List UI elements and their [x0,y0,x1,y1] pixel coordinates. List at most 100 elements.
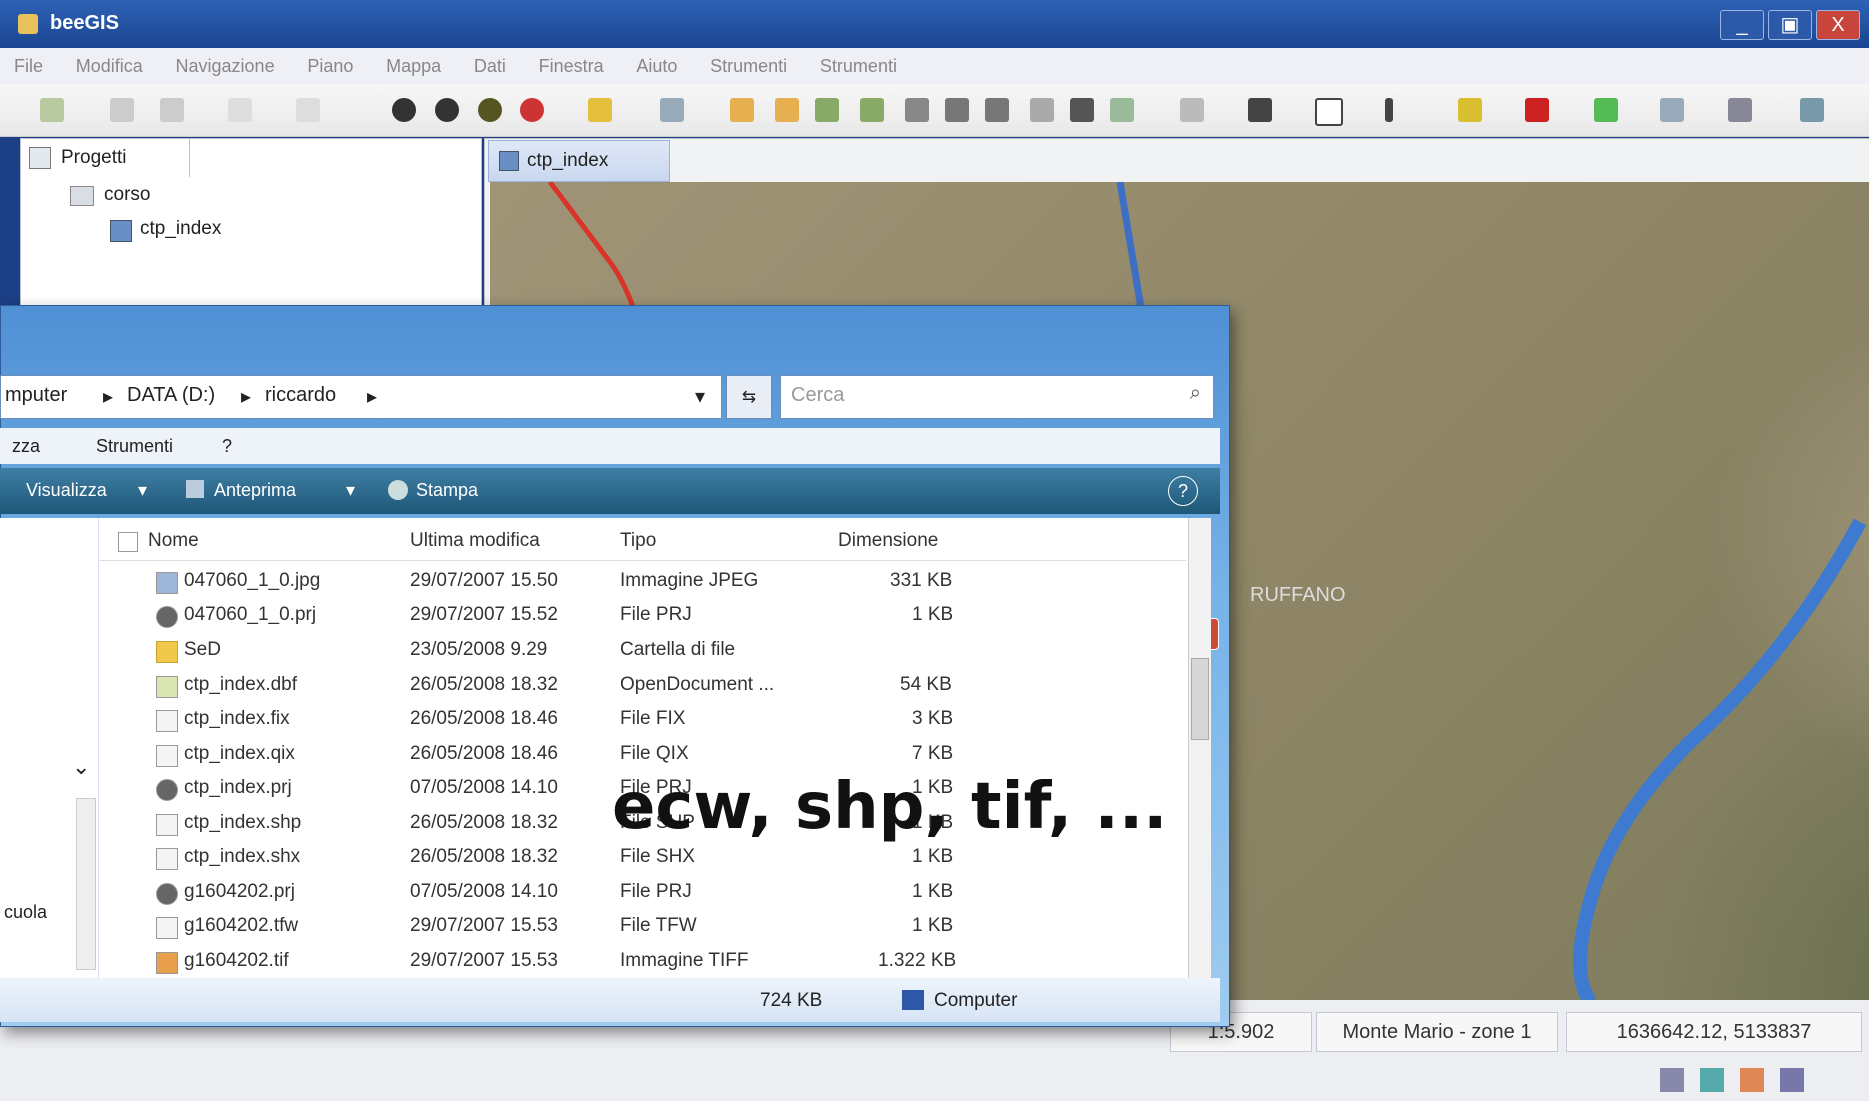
address-bar[interactable]: mputer ▸ DATA (D:) ▸ riccardo ▸ ▾ [0,375,722,419]
edit-icon[interactable] [1110,98,1134,122]
search-input[interactable]: Cerca ⌕ [780,375,1214,419]
menu-piano[interactable]: Piano [293,48,367,85]
breadcrumb-computer[interactable]: mputer [5,384,67,407]
breadcrumb-folder[interactable]: riccardo [265,384,336,407]
file-name: ctp_index.dbf [184,674,298,695]
file-size: 1 KB [912,604,954,625]
view-button[interactable]: Visualizza [26,480,107,501]
tree-child[interactable]: ctp_index [140,218,221,240]
crosshair-icon[interactable] [1248,98,1272,122]
maximize-button[interactable]: ▣ [1768,10,1812,40]
layer-icon[interactable] [660,98,684,122]
close-button[interactable]: X [1816,10,1860,40]
chevron-down-icon[interactable]: ▾ [346,480,355,501]
help-icon[interactable]: ? [1168,476,1198,506]
menu-help[interactable]: ? [222,436,232,457]
column-header-date[interactable]: Ultima modifica [410,530,540,552]
print-icon [388,480,408,500]
menu-visualizza[interactable]: zza [12,436,40,457]
search-icon[interactable] [1180,98,1204,122]
zoom-in-icon[interactable] [815,98,839,122]
tree-root[interactable]: corso [104,184,150,206]
menu-navigazione[interactable]: Navigazione [162,48,289,85]
layers-icon[interactable] [1700,1068,1724,1092]
export-icon[interactable] [1800,98,1824,122]
file-icon [156,710,178,732]
file-type: Immagine JPEG [620,570,759,591]
chevron-down-icon[interactable]: ▾ [695,384,705,409]
settings-icon[interactable] [1660,1068,1684,1092]
file-type: Immagine TIFF [620,950,749,971]
breadcrumb-drive[interactable]: DATA (D:) [127,384,215,407]
column-header-size[interactable]: Dimensione [838,530,938,552]
measure-icon[interactable] [1030,98,1054,122]
crs-readout[interactable]: Monte Mario - zone 1 [1316,1012,1558,1052]
file-name: ctp_index.qix [184,743,295,764]
preview-button[interactable]: Anteprima [214,480,296,501]
tool-icon[interactable] [1740,1068,1764,1092]
file-name: ctp_index.shp [184,812,302,833]
select-all-checkbox[interactable] [118,532,138,552]
file-size: 1 KB [912,915,954,936]
nav-scrollbar[interactable] [76,798,96,970]
file-type: File TFW [620,915,697,936]
paint-icon[interactable] [1458,98,1482,122]
menu-file[interactable]: File [0,48,57,85]
menu-finestra[interactable]: Finestra [525,48,618,85]
projects-tab[interactable]: Progetti [20,138,190,177]
scroll-thumb[interactable] [1191,658,1209,740]
select-area-icon[interactable] [985,98,1009,122]
user-icon[interactable] [392,98,416,122]
menu-bar: File Modifica Navigazione Piano Mappa Da… [0,48,1869,84]
menu-modifica[interactable]: Modifica [62,48,157,85]
redo-icon[interactable] [296,98,320,122]
search-icon[interactable]: ⌕ [1190,382,1201,405]
chevron-down-icon[interactable]: ▾ [138,480,147,501]
user-icon[interactable] [435,98,459,122]
print-icon[interactable] [160,98,184,122]
cursor-icon[interactable] [1070,98,1094,122]
list-icon[interactable] [1780,1068,1804,1092]
frame-icon[interactable] [1315,98,1343,126]
menu-strumenti[interactable]: Strumenti [696,48,801,85]
projects-tab-label: Progetti [61,147,127,168]
nav-label[interactable]: cuola [4,902,47,923]
zoom-out-icon[interactable] [860,98,884,122]
new-icon[interactable] [40,98,64,122]
vertical-scrollbar[interactable] [1188,518,1211,978]
print-button[interactable]: Stampa [416,480,478,501]
info-icon[interactable] [588,98,612,122]
menu-mappa[interactable]: Mappa [372,48,455,85]
menu-dati[interactable]: Dati [460,48,520,85]
rotate-icon[interactable] [775,98,799,122]
table-icon[interactable] [1728,98,1752,122]
file-date: 29/07/2007 15.52 [410,604,558,625]
window-title: beeGIS [50,12,119,34]
green-layer-icon[interactable] [1594,98,1618,122]
menu-aiuto[interactable]: Aiuto [622,48,691,85]
user-icon[interactable] [478,98,502,122]
marker-icon[interactable] [1525,98,1549,122]
image-file-icon [156,572,178,594]
select-icon[interactable] [945,98,969,122]
file-size: 7 KB [912,743,954,764]
user-icon[interactable] [520,98,544,122]
column-header-name[interactable]: Nome [148,530,199,552]
save-icon[interactable] [110,98,134,122]
file-date: 26/05/2008 18.46 [410,743,558,764]
refresh-icon[interactable]: ⇆ [726,375,772,419]
file-icon [156,606,178,628]
preview-icon [186,480,204,498]
menu-strumenti-2[interactable]: Strumenti [806,48,911,85]
undo-icon[interactable] [228,98,252,122]
map-tab[interactable]: ctp_index [488,140,670,182]
explorer-toolbar: Visualizza ▾ Anteprima ▾ Stampa ? [0,468,1220,514]
extent-icon[interactable] [905,98,929,122]
pan-icon[interactable] [730,98,754,122]
minimize-button[interactable]: _ [1720,10,1764,40]
grid-icon[interactable] [1660,98,1684,122]
column-header-type[interactable]: Tipo [620,530,656,552]
menu-strumenti[interactable]: Strumenti [96,436,173,457]
chevron-down-icon[interactable]: ⌄ [72,754,90,780]
text-icon[interactable] [1385,98,1393,122]
